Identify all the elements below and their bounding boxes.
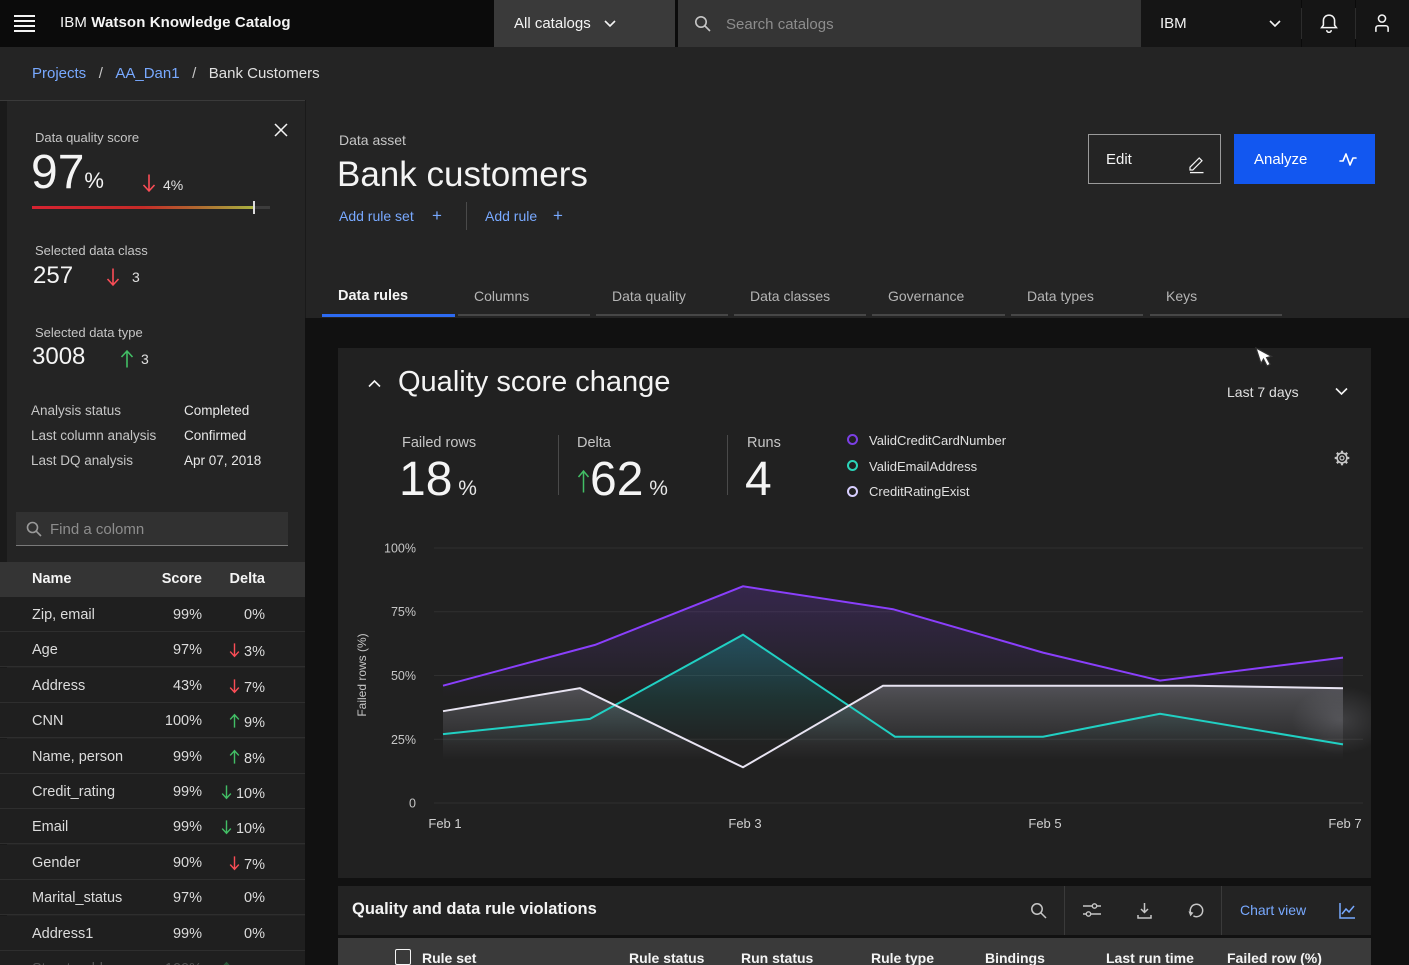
svg-text:Feb 3: Feb 3 (728, 816, 761, 831)
svg-text:0: 0 (409, 797, 416, 811)
svg-text:Feb 7: Feb 7 (1328, 816, 1361, 831)
svg-text:50%: 50% (391, 669, 416, 683)
svg-text:100%: 100% (384, 542, 416, 556)
svg-text:Failed rows (%): Failed rows (%) (355, 633, 369, 716)
svg-text:25%: 25% (391, 733, 416, 747)
svg-text:Feb 1: Feb 1 (428, 816, 461, 831)
svg-text:75%: 75% (391, 605, 416, 619)
svg-text:Feb 5: Feb 5 (1028, 816, 1061, 831)
